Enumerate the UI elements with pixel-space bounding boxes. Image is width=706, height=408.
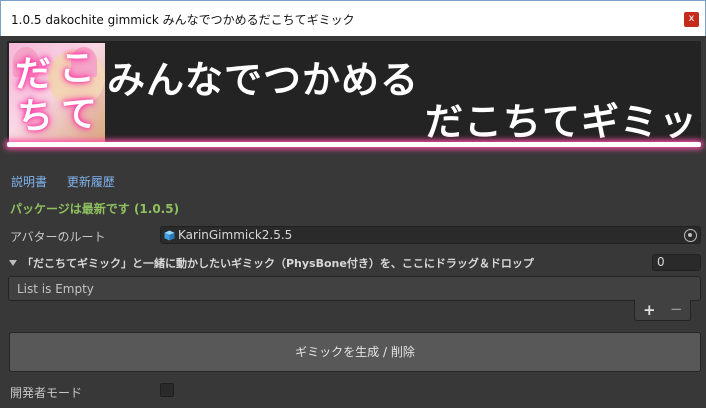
editor-window: だ こ ち て みんなでつかめる だこちてギミック 説明書 更新履歴 パッケージ… (1, 36, 705, 408)
add-item-button[interactable]: + (643, 301, 656, 319)
banner-neon-line (7, 142, 701, 147)
gimmick-list-header: 「だこちてギミック」と一緒に動かしたいギミック（PhysBone付き）を、ここに… (22, 257, 534, 270)
gimmick-list[interactable]: List is Empty (8, 276, 701, 301)
package-status: パッケージは最新です (1.0.5) (10, 202, 180, 216)
avatar-root-label: アバターのルート (10, 230, 106, 244)
logo-char: ち (17, 96, 54, 137)
logo-char: だ (15, 54, 52, 95)
banner-title-line1: みんなでつかめる (107, 58, 420, 102)
avatar-root-value: KarinGimmick2.5.5 (178, 228, 293, 242)
list-empty-text: List is Empty (17, 282, 94, 296)
title-bar: 1.0.5 dakochite gimmick みんなでつかめるだこちてギミック… (0, 0, 706, 36)
logo-char: て (61, 94, 98, 135)
avatar-root-field[interactable]: KarinGimmick2.5.5 (160, 226, 701, 244)
prefab-cube-icon (164, 230, 175, 241)
developer-mode-label: 開発者モード (10, 386, 83, 400)
list-footer: + − (634, 300, 691, 321)
banner-title-line2: だこちてギミック (425, 100, 701, 144)
link-row: 説明書 更新履歴 (11, 173, 131, 190)
developer-mode-checkbox[interactable] (160, 383, 174, 397)
foldout-arrow-icon (9, 260, 17, 266)
manual-link[interactable]: 説明書 (11, 175, 47, 189)
logo-image: だ こ ち て (9, 43, 105, 143)
window-title: 1.0.5 dakochite gimmick みんなでつかめるだこちてギミック (11, 13, 355, 27)
list-size-field[interactable]: 0 (652, 254, 701, 271)
logo-char: こ (59, 48, 96, 89)
object-picker-icon[interactable] (684, 229, 697, 242)
remove-item-button[interactable]: − (670, 300, 683, 318)
close-button[interactable]: x (684, 12, 699, 27)
header-banner: だ こ ち て みんなでつかめる だこちてギミック (7, 41, 701, 147)
changelog-link[interactable]: 更新履歴 (67, 175, 115, 189)
generate-gimmick-button[interactable]: ギミックを生成 / 削除 (9, 332, 701, 372)
gimmick-list-foldout[interactable]: 「だこちてギミック」と一緒に動かしたいギミック（PhysBone付き）を、ここに… (9, 255, 534, 271)
